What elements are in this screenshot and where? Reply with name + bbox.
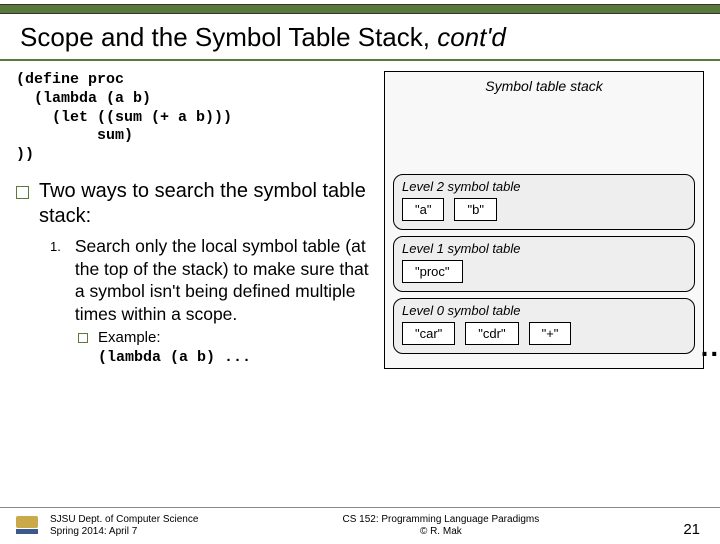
example-code: (lambda (a b) ... [98,349,251,366]
course-line: CS 152: Programming Language Paradigms [342,514,539,525]
list-number: 1. [50,239,61,254]
title-main: Scope and the Symbol Table Stack, [20,22,437,52]
symbol-cell: "proc" [402,260,463,283]
list-text: Search only the local symbol table (at t… [75,235,376,326]
symbol-cell: "+" [529,322,572,345]
dept-line: SJSU Dept. of Computer Science [50,514,198,525]
right-column: Symbol table stack Level 2 symbol table … [384,71,704,369]
level-label: Level 1 symbol table [402,241,686,256]
symbol-table-stack: Symbol table stack Level 2 symbol table … [384,71,704,369]
symbol-cell: "car" [402,322,455,345]
slide-title: Scope and the Symbol Table Stack, cont'd [0,14,720,57]
copyright-line: © R. Mak [420,526,462,537]
level-0-box: Level 0 symbol table "car" "cdr" "+" [393,298,695,354]
main-bullet-text: Two ways to search the symbol table stac… [39,179,376,229]
symbol-row: "car" "cdr" "+" [402,322,686,345]
symbol-row: "a" "b" [402,198,686,221]
level-label: Level 2 symbol table [402,179,686,194]
content-area: (define proc (lambda (a b) (let ((sum (+… [0,71,720,369]
footer-left: SJSU Dept. of Computer Science Spring 20… [50,514,198,538]
footer-rule [0,507,720,508]
level-2-box: Level 2 symbol table "a" "b" [393,174,695,230]
title-contd: cont'd [437,22,506,52]
top-accent-bar [0,4,720,14]
main-bullet-row: Two ways to search the symbol table stac… [16,179,376,229]
sjsu-logo [16,516,42,538]
ellipsis-icon: ... [701,331,720,363]
title-underline [0,59,720,61]
page-number: 21 [683,521,704,538]
footer-center: CS 152: Programming Language Paradigms ©… [198,514,683,538]
symbol-cell: "a" [402,198,444,221]
level-label: Level 0 symbol table [402,303,686,318]
sub-bullet-row: Example: (lambda (a b) ... [78,328,376,368]
footer: SJSU Dept. of Computer Science Spring 20… [0,514,720,538]
numbered-list: 1. Search only the local symbol table (a… [50,235,376,368]
code-block: (define proc (lambda (a b) (let ((sum (+… [16,71,376,165]
symbol-cell: "cdr" [465,322,518,345]
symbol-cell: "b" [454,198,496,221]
example-line: Example: (lambda (a b) ... [98,328,251,368]
date-line: Spring 2014: April 7 [50,526,137,537]
left-column: (define proc (lambda (a b) (let ((sum (+… [16,71,384,369]
stack-title: Symbol table stack [393,78,695,94]
square-bullet-icon [78,333,88,343]
square-bullet-icon [16,186,29,199]
level-1-box: Level 1 symbol table "proc" [393,236,695,292]
example-label: Example: [98,329,161,346]
symbol-row: "proc" [402,260,686,283]
list-item: 1. Search only the local symbol table (a… [50,235,376,326]
